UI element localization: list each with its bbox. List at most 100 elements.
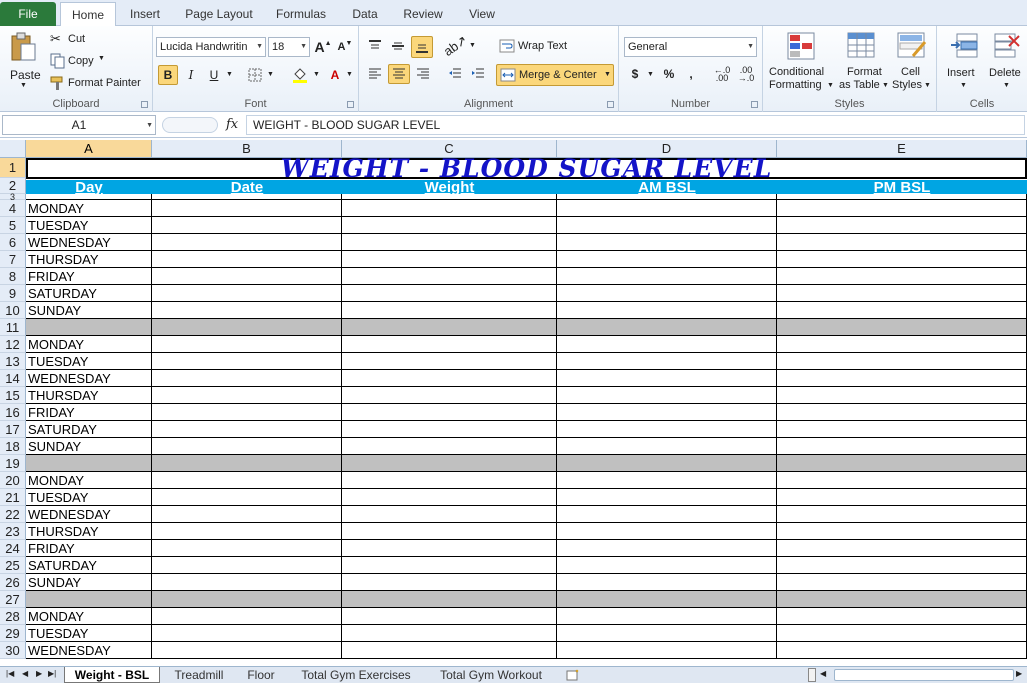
data-cell[interactable]: [342, 336, 557, 353]
data-cell[interactable]: [342, 489, 557, 506]
underline-dropdown-icon[interactable]: ▼: [226, 71, 233, 78]
fill-color-button[interactable]: [289, 65, 311, 85]
data-cell[interactable]: [342, 506, 557, 523]
column-title-am-bsl[interactable]: AM BSL: [557, 179, 777, 196]
data-cell[interactable]: [557, 421, 777, 438]
data-cell[interactable]: [342, 370, 557, 387]
format-as-table-button[interactable]: Format as Table ▼: [837, 30, 889, 94]
day-cell[interactable]: [26, 455, 152, 472]
day-cell[interactable]: TUESDAY: [26, 489, 152, 506]
column-title-pm-bsl[interactable]: PM BSL: [777, 179, 1027, 196]
tab-review[interactable]: Review: [396, 2, 450, 26]
align-top-button[interactable]: [365, 36, 385, 56]
data-cell[interactable]: [152, 234, 342, 251]
orientation-button[interactable]: ab↗: [441, 32, 470, 59]
data-cell[interactable]: [342, 455, 557, 472]
tab-data[interactable]: Data: [342, 2, 388, 26]
data-cell[interactable]: [342, 234, 557, 251]
data-cell[interactable]: [777, 234, 1027, 251]
data-cell[interactable]: [557, 591, 777, 608]
row-header[interactable]: 14: [0, 370, 26, 387]
number-launcher-icon[interactable]: [751, 101, 758, 108]
data-cell[interactable]: [777, 540, 1027, 557]
data-cell[interactable]: [777, 438, 1027, 455]
next-sheet-icon[interactable]: ▶: [36, 669, 42, 678]
data-cell[interactable]: [152, 438, 342, 455]
row-header[interactable]: 25: [0, 557, 26, 574]
select-all-button[interactable]: [0, 140, 26, 158]
scroll-left-icon[interactable]: ◀: [820, 669, 826, 678]
day-cell[interactable]: THURSDAY: [26, 387, 152, 404]
data-cell[interactable]: [777, 387, 1027, 404]
column-title-weight[interactable]: Weight: [342, 179, 557, 196]
data-cell[interactable]: [152, 506, 342, 523]
font-color-dropdown-icon[interactable]: ▼: [346, 71, 353, 78]
data-cell[interactable]: [557, 302, 777, 319]
copy-button[interactable]: Copy ▼: [48, 52, 118, 70]
tab-view[interactable]: View: [460, 2, 504, 26]
data-cell[interactable]: [557, 557, 777, 574]
delete-cells-button[interactable]: Delete ▼: [985, 30, 1027, 92]
sheet-tab-floor[interactable]: Floor: [240, 667, 282, 683]
tab-page-layout[interactable]: Page Layout: [178, 2, 260, 26]
day-cell[interactable]: FRIDAY: [26, 540, 152, 557]
day-cell[interactable]: MONDAY: [26, 336, 152, 353]
data-cell[interactable]: [152, 353, 342, 370]
tab-home[interactable]: Home: [60, 2, 116, 27]
day-cell[interactable]: MONDAY: [26, 608, 152, 625]
sheet-tab-treadmill[interactable]: Treadmill: [166, 667, 232, 683]
data-cell[interactable]: [342, 285, 557, 302]
row-header[interactable]: 28: [0, 608, 26, 625]
column-header-e[interactable]: E: [777, 140, 1027, 158]
align-bottom-button[interactable]: [411, 36, 433, 58]
data-cell[interactable]: [152, 319, 342, 336]
horizontal-scrollbar[interactable]: [834, 669, 1014, 681]
data-cell[interactable]: [777, 268, 1027, 285]
data-cell[interactable]: [342, 608, 557, 625]
data-cell[interactable]: [777, 523, 1027, 540]
row-header[interactable]: 15: [0, 387, 26, 404]
row-header[interactable]: 21: [0, 489, 26, 506]
data-cell[interactable]: [152, 523, 342, 540]
cell-styles-button[interactable]: Cell Styles ▼: [891, 30, 935, 94]
data-cell[interactable]: [777, 557, 1027, 574]
font-launcher-icon[interactable]: [347, 101, 354, 108]
day-cell[interactable]: FRIDAY: [26, 268, 152, 285]
day-cell[interactable]: MONDAY: [26, 472, 152, 489]
data-cell[interactable]: [342, 557, 557, 574]
tab-insert[interactable]: Insert: [122, 2, 168, 26]
data-cell[interactable]: [342, 438, 557, 455]
tab-formulas[interactable]: Formulas: [270, 2, 332, 26]
day-cell[interactable]: WEDNESDAY: [26, 234, 152, 251]
data-cell[interactable]: [557, 642, 777, 659]
day-cell[interactable]: TUESDAY: [26, 625, 152, 642]
row-header[interactable]: 11: [0, 319, 26, 336]
data-cell[interactable]: [557, 608, 777, 625]
data-cell[interactable]: [152, 302, 342, 319]
increase-indent-button[interactable]: [468, 64, 488, 84]
data-cell[interactable]: [557, 455, 777, 472]
row-header[interactable]: 18: [0, 438, 26, 455]
data-cell[interactable]: [777, 370, 1027, 387]
last-sheet-icon[interactable]: ▶|: [48, 669, 56, 678]
merge-center-dropdown-icon[interactable]: ▼: [604, 71, 611, 78]
data-cell[interactable]: [342, 217, 557, 234]
row-header[interactable]: 4: [0, 200, 26, 217]
font-color-button[interactable]: A: [325, 65, 345, 85]
align-right-button[interactable]: [413, 64, 433, 84]
day-cell[interactable]: TUESDAY: [26, 353, 152, 370]
tab-split-handle[interactable]: [808, 668, 816, 682]
data-cell[interactable]: [342, 268, 557, 285]
data-cell[interactable]: [557, 370, 777, 387]
data-cell[interactable]: [777, 642, 1027, 659]
borders-button[interactable]: [245, 65, 265, 85]
number-format-box[interactable]: General ▼: [624, 37, 757, 57]
data-cell[interactable]: [777, 574, 1027, 591]
currency-button[interactable]: $: [626, 64, 644, 84]
data-cell[interactable]: [777, 353, 1027, 370]
data-cell[interactable]: [557, 251, 777, 268]
day-cell[interactable]: SATURDAY: [26, 557, 152, 574]
clipboard-launcher-icon[interactable]: [141, 101, 148, 108]
row-header[interactable]: 24: [0, 540, 26, 557]
day-cell[interactable]: MONDAY: [26, 200, 152, 217]
